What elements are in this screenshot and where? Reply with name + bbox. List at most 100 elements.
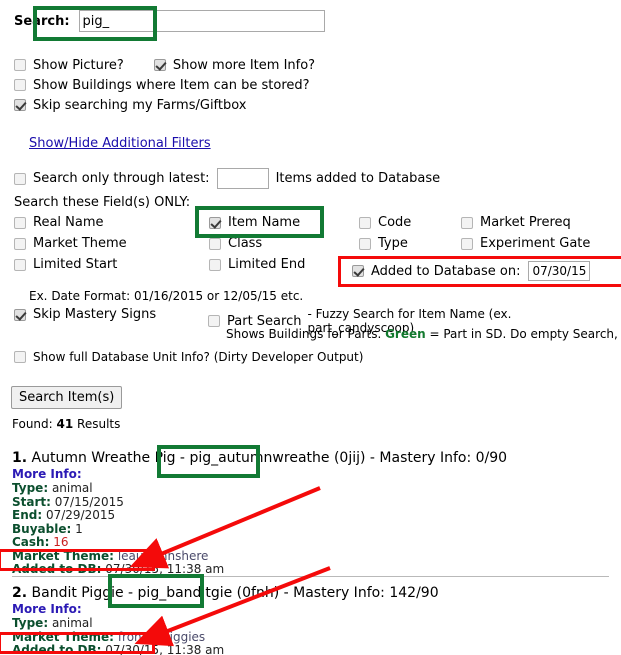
result-2-field-added-to-db: Added to DB: 07/30/15, 11:38 am — [12, 643, 439, 655]
skip-farms-checkbox[interactable] — [14, 99, 26, 111]
field-market-theme[interactable]: Market Theme — [14, 236, 209, 251]
fields-row-1: Real Name Item Name Code Market Prereq — [14, 212, 614, 233]
result-1-type-key: Type: — [12, 481, 49, 495]
found-prefix: Found: — [12, 417, 53, 431]
show-hide-additional-filters-link[interactable]: Show/Hide Additional Filters — [29, 136, 211, 151]
experiment-gate-checkbox[interactable] — [461, 237, 473, 250]
result-1-market-theme-value: leautumnshere — [117, 548, 209, 563]
field-limited-end[interactable]: Limited End — [209, 257, 359, 272]
option-show-buildings-row: Show Buildings where Item can be stored? — [14, 75, 315, 95]
part-search-note2: Shows Buildings for Parts. Green = Part … — [226, 327, 621, 341]
result-1-buyable-value: 1 — [75, 521, 83, 536]
field-item-name[interactable]: Item Name — [209, 215, 359, 230]
result-1-cash-value: 16 — [53, 535, 69, 549]
search-row: Search: — [14, 10, 325, 32]
item-name-checkbox[interactable] — [209, 216, 221, 229]
result-1-more-info-link[interactable]: More Info: — [12, 467, 507, 482]
result-2-field-type: Type: animal — [12, 616, 439, 631]
type-checkbox[interactable] — [359, 237, 371, 250]
added-to-database-row: Added to Database on: — [352, 261, 591, 281]
search-label: Search: — [14, 13, 70, 29]
fields-only-heading: Search these Field(s) ONLY: — [14, 195, 191, 210]
result-1-buyable-key: Buyable: — [12, 521, 72, 536]
class-label: Class — [228, 236, 263, 251]
result-1-mastery-label: Mastery Info: — [379, 450, 476, 466]
show-buildings-checkbox[interactable] — [14, 79, 26, 91]
result-1-mastery-value: 0/90 — [475, 450, 508, 466]
result-2-name: Bandit Piggie — [31, 585, 124, 601]
search-input[interactable] — [78, 10, 325, 32]
result-2-market-theme-key: Market Theme: — [12, 629, 114, 644]
result-2-market-theme-value: frontierpiggies — [117, 629, 206, 644]
result-1-field-market-theme: Market Theme: leautumnshere — [12, 548, 507, 564]
result-2-mastery-value: 142/90 — [389, 585, 439, 601]
field-type[interactable]: Type — [359, 236, 461, 251]
result-1-number: 1. — [12, 450, 28, 466]
result-2-type-value: animal — [51, 616, 93, 630]
result-1-field-end: End: 07/29/2015 — [12, 508, 507, 523]
result-2-added-to-db-value: 07/30/15, 11:38 am — [105, 643, 225, 655]
full-db-info-checkbox[interactable] — [14, 351, 26, 363]
field-market-prereq[interactable]: Market Prereq — [461, 215, 571, 230]
type-label: Type — [378, 236, 408, 251]
real-name-label: Real Name — [33, 215, 104, 230]
part-search-note2-prefix: Shows Buildings for Parts. — [226, 327, 386, 341]
found-count: 41 — [56, 417, 74, 431]
limited-end-checkbox[interactable] — [209, 258, 221, 271]
result-1-cash-key: Cash: — [12, 535, 50, 549]
item-name-label: Item Name — [228, 215, 301, 230]
search-latest-input[interactable] — [216, 168, 269, 189]
added-to-database-checkbox[interactable] — [352, 265, 364, 277]
search-latest-checkbox[interactable] — [14, 172, 26, 185]
result-2-mastery-label: Mastery Info: — [293, 585, 390, 601]
result-divider — [12, 576, 609, 577]
fields-row-2: Market Theme Class Type Experiment Gate — [14, 233, 614, 254]
option-skip-farms-row: Skip searching my Farms/Giftbox — [14, 95, 315, 115]
limited-start-label: Limited Start — [33, 257, 118, 272]
result-1-name: Autumn Wreathe Pig — [31, 450, 176, 466]
skip-mastery-signs-checkbox[interactable] — [14, 308, 26, 321]
show-more-item-info-checkbox[interactable] — [153, 59, 166, 71]
result-2-sep: - — [123, 585, 138, 601]
field-limited-start[interactable]: Limited Start — [14, 257, 209, 272]
result-1-market-theme-key: Market Theme: — [12, 548, 114, 563]
result-1-start-key: Start: — [12, 494, 51, 509]
added-to-database-date-input[interactable] — [528, 261, 591, 281]
added-to-database-label: Added to Database on: — [371, 263, 521, 279]
date-format-hint: Ex. Date Format: 01/16/2015 or 12/05/15 … — [29, 289, 304, 303]
full-db-info-label: Show full Database Unit Info? (Dirty Dev… — [33, 350, 364, 364]
code-checkbox[interactable] — [359, 216, 371, 229]
result-1-field-type: Type: animal — [12, 481, 507, 496]
result-1-end-value: 07/29/2015 — [45, 508, 116, 522]
result-item-1: 1. Autumn Wreathe Pig - pig_autumnwreath… — [12, 450, 507, 577]
limited-end-label: Limited End — [228, 257, 306, 272]
real-name-checkbox[interactable] — [14, 216, 26, 229]
market-prereq-label: Market Prereq — [480, 215, 571, 230]
result-1-start-value: 07/15/2015 — [54, 494, 124, 509]
market-prereq-checkbox[interactable] — [461, 216, 473, 229]
result-1-code: pig_autumnwreathe — [189, 450, 330, 466]
code-label: Code — [378, 215, 412, 230]
skip-mastery-signs-row: Skip Mastery Signs — [14, 307, 156, 322]
part-search-note2-suffix: = Part in SD. Do empty Search, skip fa — [429, 327, 621, 341]
search-items-button[interactable]: Search Item(s) — [11, 386, 123, 409]
result-1-end-key: End: — [12, 508, 43, 522]
field-code[interactable]: Code — [359, 215, 461, 230]
show-picture-checkbox[interactable] — [14, 59, 26, 71]
search-latest-suffix: Items added to Database — [275, 171, 441, 186]
part-search-note2-green: Green — [385, 327, 426, 341]
result-1-field-cash: Cash: 16 — [12, 535, 507, 550]
market-theme-checkbox[interactable] — [14, 237, 26, 250]
result-2-id: (0fnh) - — [232, 585, 294, 601]
field-experiment-gate[interactable]: Experiment Gate — [461, 236, 590, 251]
result-1-type-value: animal — [51, 481, 93, 495]
class-checkbox[interactable] — [209, 237, 221, 250]
skip-mastery-signs-label: Skip Mastery Signs — [33, 307, 157, 322]
field-class[interactable]: Class — [209, 236, 359, 251]
field-real-name[interactable]: Real Name — [14, 215, 209, 230]
part-search-checkbox[interactable] — [208, 315, 220, 327]
result-2-title: 2. Bandit Piggie - pig_banditgie (0fnh) … — [12, 585, 439, 602]
limited-start-checkbox[interactable] — [14, 258, 26, 271]
result-2-more-info-link[interactable]: More Info: — [12, 602, 439, 617]
result-1-title: 1. Autumn Wreathe Pig - pig_autumnwreath… — [12, 450, 507, 467]
